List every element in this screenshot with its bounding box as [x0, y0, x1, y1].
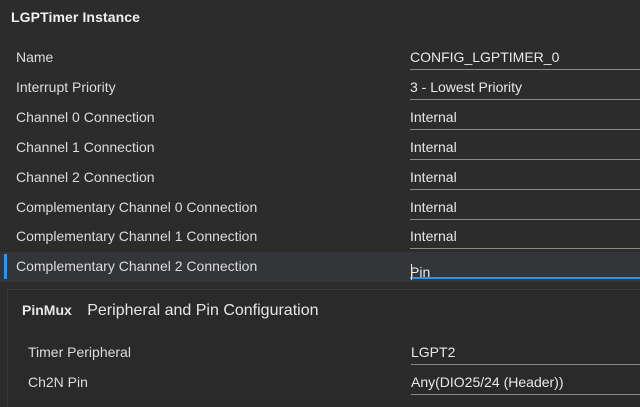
- field-row-channel-0: Channel 0 Connection Internal: [0, 103, 640, 133]
- field-value: 3 - Lowest Priority: [410, 79, 523, 95]
- field-row-comp-channel-2: Complementary Channel 2 Connection Pin: [0, 252, 640, 282]
- field-value-text: Pin: [410, 264, 431, 280]
- pinmux-header: PinMux Peripheral and Pin Configuration: [22, 302, 319, 320]
- channel-0-connection-select[interactable]: Internal: [410, 103, 640, 130]
- timer-peripheral-select[interactable]: LGPT2: [411, 338, 640, 365]
- field-row-channel-2: Channel 2 Connection Internal: [0, 163, 640, 193]
- field-value: CONFIG_LGPTIMER_0: [410, 49, 560, 65]
- comp-channel-1-connection-select[interactable]: Internal: [410, 222, 640, 249]
- field-value: Internal: [410, 139, 457, 155]
- comp-channel-0-connection-select[interactable]: Internal: [410, 193, 640, 220]
- field-label: Name: [16, 49, 54, 65]
- active-row-indicator: [4, 254, 7, 279]
- pinmux-title: Peripheral and Pin Configuration: [87, 302, 319, 319]
- lgptimer-config-panel: LGPTimer Instance Name CONFIG_LGPTIMER_0…: [0, 0, 640, 407]
- field-value: LGPT2: [411, 344, 456, 360]
- field-label: Complementary Channel 1 Connection: [16, 228, 258, 244]
- field-label: Timer Peripheral: [28, 344, 131, 360]
- field-value: Internal: [410, 199, 457, 215]
- field-label: Channel 2 Connection: [16, 169, 155, 185]
- text-caret: [411, 264, 412, 280]
- pinmux-tag: PinMux: [22, 302, 72, 318]
- field-label: Complementary Channel 0 Connection: [16, 199, 258, 215]
- field-row-interrupt-priority: Interrupt Priority 3 - Lowest Priority: [0, 73, 640, 103]
- field-row-timer-peripheral: Timer Peripheral LGPT2: [8, 338, 640, 368]
- section-title: LGPTimer Instance: [11, 9, 141, 25]
- field-label: Ch2N Pin: [28, 374, 88, 390]
- field-label: Channel 1 Connection: [16, 139, 155, 155]
- comp-channel-2-connection-select[interactable]: Pin: [410, 252, 640, 280]
- field-value: Internal: [410, 169, 457, 185]
- field-label: Channel 0 Connection: [16, 109, 155, 125]
- field-row-name: Name CONFIG_LGPTIMER_0: [0, 43, 640, 73]
- name-input[interactable]: CONFIG_LGPTIMER_0: [410, 43, 640, 70]
- field-value: Internal: [410, 109, 457, 125]
- field-row-ch2n-pin: Ch2N Pin Any(DIO25/24 (Header)): [8, 368, 640, 398]
- field-row-channel-1: Channel 1 Connection Internal: [0, 133, 640, 163]
- pinmux-panel: PinMux Peripheral and Pin Configuration …: [7, 289, 640, 407]
- field-row-comp-channel-1: Complementary Channel 1 Connection Inter…: [0, 222, 640, 252]
- field-value: Any(DIO25/24 (Header)): [411, 374, 564, 390]
- field-label: Interrupt Priority: [16, 79, 116, 95]
- channel-2-connection-select[interactable]: Internal: [410, 163, 640, 190]
- field-row-comp-channel-0: Complementary Channel 0 Connection Inter…: [0, 193, 640, 223]
- field-value: Internal: [410, 228, 457, 244]
- ch2n-pin-select[interactable]: Any(DIO25/24 (Header)): [411, 368, 640, 395]
- field-label: Complementary Channel 2 Connection: [16, 258, 258, 274]
- channel-1-connection-select[interactable]: Internal: [410, 133, 640, 160]
- interrupt-priority-select[interactable]: 3 - Lowest Priority: [410, 73, 640, 100]
